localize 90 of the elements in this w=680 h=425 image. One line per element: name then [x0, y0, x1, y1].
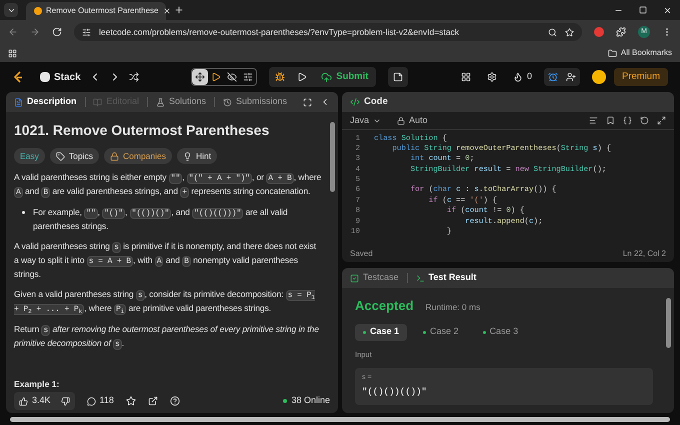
- description-paragraph: A valid parentheses string is either empty "" , "(" + A + ")" , or A + B , where A and B are valid parentheses strings, and + represents string concatenation.: [14, 171, 322, 199]
- notes-button[interactable]: [388, 67, 408, 87]
- topics-tag[interactable]: Topics: [50, 148, 99, 164]
- panel-tab[interactable]: Solutions: [156, 95, 206, 109]
- avatar[interactable]: [592, 70, 606, 84]
- run-icon[interactable]: [297, 72, 308, 82]
- bookmark-star-icon[interactable]: [565, 28, 574, 36]
- extension-icon[interactable]: [594, 27, 604, 37]
- logo-icon[interactable]: [12, 70, 24, 84]
- online-count: 38 Online: [291, 394, 330, 408]
- comment-icon: [86, 396, 96, 406]
- difficulty-tag: Easy: [14, 148, 45, 164]
- favicon-icon: [34, 7, 42, 15]
- panel-tab[interactable]: Description: [14, 95, 77, 109]
- reload-icon[interactable]: [52, 27, 62, 37]
- lock-icon: [110, 152, 119, 160]
- help-icon[interactable]: [170, 396, 180, 406]
- cursor-position: Ln 22, Col 2: [622, 248, 666, 260]
- language-select[interactable]: Java: [350, 114, 382, 128]
- back-icon[interactable]: [8, 27, 18, 37]
- share-icon[interactable]: [148, 396, 158, 406]
- case-tab[interactable]: Case 1: [355, 324, 408, 340]
- tab-search-button[interactable]: [4, 3, 18, 17]
- folder-icon: [608, 48, 617, 58]
- runtime-text: Runtime: 0 ms: [426, 301, 480, 314]
- close-icon[interactable]: [663, 6, 672, 14]
- book-icon: [93, 98, 102, 106]
- verdict-text: Accepted: [355, 297, 414, 315]
- streak-counter[interactable]: 0: [512, 70, 532, 84]
- bullet-icon: [22, 211, 25, 214]
- new-tab-icon[interactable]: [174, 5, 184, 15]
- document-icon: [14, 98, 23, 106]
- site-settings-icon: [82, 28, 91, 36]
- premium-button[interactable]: Premium: [614, 68, 668, 86]
- input-value: "(()())(())": [362, 386, 428, 400]
- timer-icon[interactable]: [548, 72, 558, 82]
- url-text: leetcode.com/problems/remove-outermost-parentheses/?envType=problem-list-v2&envId=stack: [99, 26, 460, 38]
- restore-icon[interactable]: [639, 6, 647, 14]
- auto-mode[interactable]: Auto: [397, 114, 428, 128]
- description-paragraph: A valid parentheses string s is primitive if it is nonempty, and there does not exist a way to split it into s = A + B , with A and B nonempty valid parentheses strings.: [14, 240, 318, 281]
- panel-tab[interactable]: Test Result: [416, 271, 476, 285]
- move-icon[interactable]: [192, 69, 208, 85]
- reset-icon[interactable]: [640, 116, 649, 125]
- description-paragraph: Given a valid parentheses string s , consider its primitive decomposition: s = P$_{1}$ + P$_{2}$ + ... + P$_{k}$ , where P$_{i}$ are primitive valid parentheses strings.: [14, 288, 316, 316]
- dislike-icon[interactable]: [60, 396, 70, 406]
- zoom-icon[interactable]: [548, 28, 557, 36]
- bug-icon[interactable]: [275, 72, 286, 82]
- flask-icon: [156, 98, 165, 106]
- braces-icon[interactable]: [623, 116, 632, 125]
- apps-icon[interactable]: [8, 48, 17, 58]
- lightbulb-icon: [183, 152, 192, 160]
- code-icon: [350, 97, 360, 107]
- lock-icon: [397, 116, 406, 124]
- checkbox-icon: [350, 274, 359, 282]
- cloud-upload-icon: [321, 72, 332, 82]
- bookmark-icon[interactable]: [606, 116, 615, 125]
- expand-icon[interactable]: [657, 116, 666, 125]
- puzzle-icon[interactable]: [616, 27, 626, 37]
- panel-title: Code: [364, 94, 388, 109]
- forward-icon[interactable]: [30, 27, 40, 37]
- comments-button[interactable]: 118: [86, 394, 114, 408]
- flame-icon: [512, 72, 523, 82]
- companies-tag[interactable]: Companies: [104, 148, 172, 164]
- grid-icon[interactable]: [460, 72, 471, 82]
- hint-tag[interactable]: Hint: [177, 148, 218, 164]
- example-paragraph: For example, "" , "()" , "(())()" , and "(()(()))" are all valid parentheses strings.: [33, 206, 289, 233]
- problem-list-button[interactable]: Stack: [40, 70, 81, 84]
- save-status: Saved: [350, 248, 373, 260]
- description-paragraph: Return s after removing the outermost parentheses of every primitive string in the primitive decomposition of s .: [14, 323, 320, 351]
- history-icon: [222, 98, 232, 106]
- panel-tab[interactable]: Submissions: [222, 95, 287, 109]
- tag-icon: [56, 152, 65, 160]
- panel-tab[interactable]: Testcase: [350, 271, 399, 285]
- settings-icon[interactable]: [486, 72, 497, 82]
- problem-title: 1021. Remove Outermost Parentheses: [14, 121, 270, 140]
- terminal-icon: [416, 274, 425, 282]
- add-user-icon[interactable]: [566, 72, 576, 82]
- maximize-icon[interactable]: [303, 98, 312, 106]
- close-icon[interactable]: [162, 7, 170, 15]
- thumbs-up-icon: [19, 396, 28, 406]
- tab-title: Remove Outermost Parenthese: [46, 5, 158, 17]
- example-heading: Example 1:: [14, 378, 60, 389]
- shuffle-icon[interactable]: [128, 72, 139, 82]
- note-icon: [393, 72, 404, 82]
- case-tab[interactable]: Case 2: [415, 324, 467, 340]
- format-icon[interactable]: [589, 116, 598, 125]
- star-icon[interactable]: [126, 396, 136, 406]
- case-tab[interactable]: Case 3: [474, 324, 526, 340]
- address-field[interactable]: leetcode.com/problems/remove-outermost-parentheses/?envType=problem-list-v2&envId=stack: [74, 23, 582, 41]
- all-bookmarks-button[interactable]: All Bookmarks: [608, 47, 672, 59]
